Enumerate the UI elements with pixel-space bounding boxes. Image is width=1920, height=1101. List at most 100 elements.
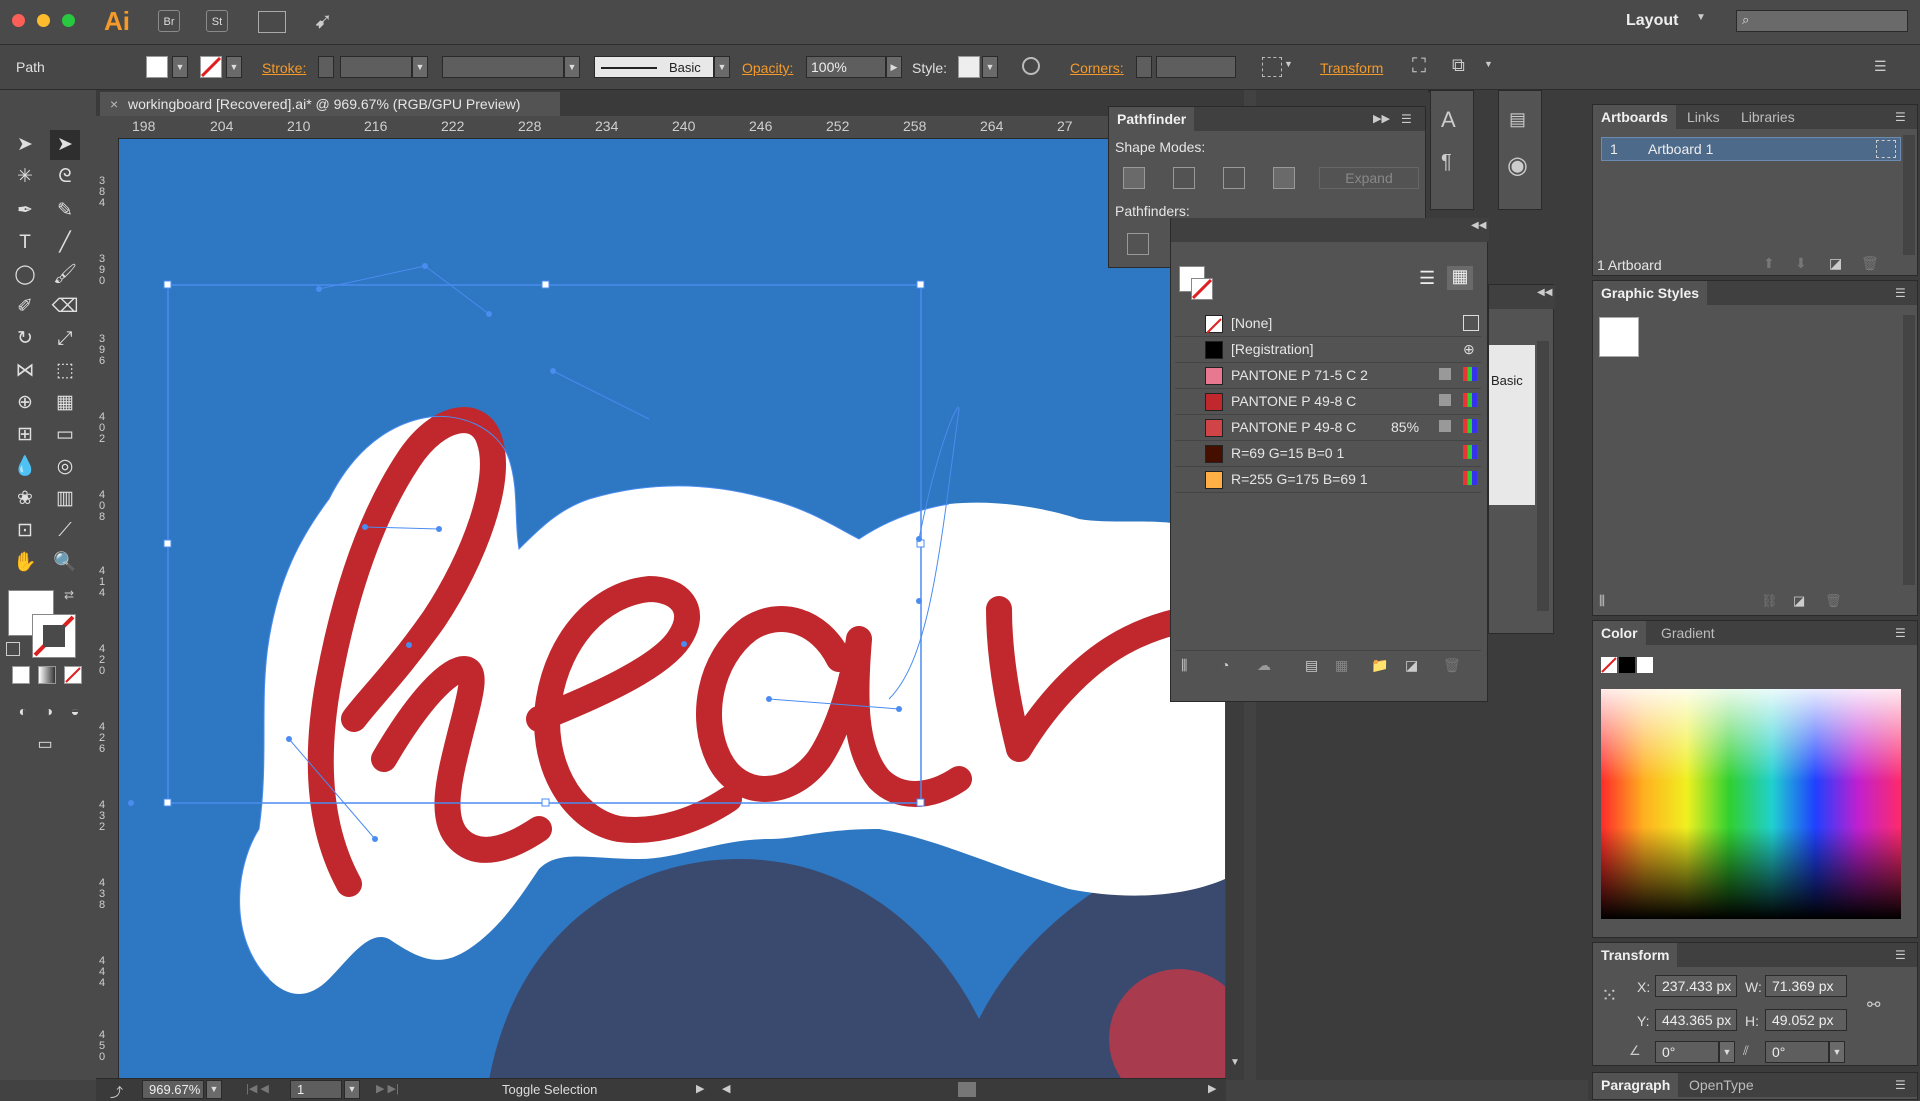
expand-button[interactable]: Expand [1319,167,1419,189]
draw-inside-icon[interactable]: ◒ [60,696,90,726]
rotate-field[interactable]: 0° [1655,1041,1719,1063]
shear-dropdown[interactable]: ▼ [1829,1041,1845,1063]
width-tool-icon[interactable]: ⋈ [10,356,40,386]
swatch-row[interactable]: PANTONE P 49-8 C 85% [1175,414,1481,441]
swatch-row[interactable]: R=255 G=175 B=69 1 [1175,466,1481,493]
opacity-panel-link[interactable]: Opacity: [742,60,793,76]
zoom-tool-icon[interactable]: 🔍 [50,548,80,578]
artboard-options-icon[interactable] [1876,140,1896,158]
artboard-row[interactable]: 1 Artboard 1 [1601,137,1901,161]
y-field[interactable]: 443.365 px [1655,1009,1737,1031]
swatch-row[interactable]: PANTONE P 71-5 C 2 [1175,362,1481,389]
swap-fill-stroke-icon[interactable]: ⇄ [64,588,74,602]
corners-input[interactable] [1156,56,1236,78]
default-fill-stroke-icon[interactable] [6,642,20,656]
tab-transform[interactable]: Transform [1593,943,1678,967]
reference-point-icon[interactable]: ⁙ [1601,983,1618,1008]
corners-stepper[interactable] [1136,56,1152,78]
stroke-weight-input[interactable] [340,56,412,78]
new-style-icon[interactable]: ◪ [1793,593,1805,609]
character-icon[interactable]: A [1441,107,1456,133]
opacity-dropdown[interactable]: ▶ [886,56,902,78]
artboard-tool-icon[interactable]: ⊡ [10,516,40,546]
arrange-documents-icon[interactable] [258,11,286,33]
stroke-panel-link[interactable]: Stroke: [262,60,306,76]
panel-menu-icon[interactable]: ☰ [1895,111,1913,123]
gradient-mode-icon[interactable] [38,666,56,684]
move-up-icon[interactable]: ⬆ [1763,255,1775,272]
graphic-styles-scrollbar[interactable] [1903,315,1915,585]
status-text[interactable]: Toggle Selection [502,1082,597,1097]
new-swatch-icon[interactable]: ◪ [1405,657,1418,674]
variable-width-profile[interactable] [442,56,564,78]
symbol-sprayer-tool-icon[interactable]: ❀ [10,484,40,514]
default-graphic-style[interactable] [1599,317,1639,357]
stroke-weight-stepper[interactable] [318,56,334,78]
pen-tool-icon[interactable]: ✒ [10,196,40,226]
selection-tool-icon[interactable]: ➤ [10,130,40,160]
panel-menu-icon[interactable]: ☰ [1401,113,1419,125]
opacity-input[interactable]: 100% [806,56,886,78]
divide-icon[interactable] [1127,233,1149,255]
none-color-button[interactable] [1601,657,1617,673]
horizontal-scroll-thumb[interactable] [958,1082,976,1097]
break-link-icon[interactable]: ⛓ [1761,593,1778,609]
line-tool-icon[interactable]: ╱ [50,228,80,258]
stock-button[interactable]: St [206,10,228,32]
list-view-icon[interactable]: ☰ [1419,268,1435,289]
scroll-left-icon[interactable]: ◀ [722,1082,730,1095]
tab-paragraph[interactable]: Paragraph [1593,1073,1679,1097]
move-down-icon[interactable]: ⬇ [1795,255,1807,272]
black-color-button[interactable] [1619,657,1635,673]
artwork[interactable] [119,139,1225,1080]
scroll-right-icon[interactable]: ▶ [1208,1082,1216,1095]
brush-definition[interactable]: Basic [594,56,714,78]
new-color-group-icon[interactable]: 📁 [1371,657,1388,674]
color-mode-icon[interactable] [12,666,30,684]
tab-graphic-styles[interactable]: Graphic Styles [1593,281,1708,305]
shape-builder-tool-icon[interactable]: ⊕ [10,388,40,418]
swatch-options-icon[interactable]: ▤ [1305,657,1318,674]
corners-link[interactable]: Corners: [1070,60,1124,76]
slice-tool-icon[interactable]: ⟋ [50,516,80,546]
isolate-selected-icon[interactable]: ⛶ [1412,55,1426,78]
stroke-swatch[interactable] [200,56,222,78]
align-to-icon[interactable] [1262,57,1282,77]
w-field[interactable]: 71.369 px [1765,975,1847,997]
column-graph-tool-icon[interactable]: ▥ [50,484,80,514]
close-tab-icon[interactable]: × [110,92,118,116]
shear-field[interactable]: 0° [1765,1041,1829,1063]
document-tab[interactable]: × workingboard [Recovered].ai* @ 969.67%… [100,92,560,116]
minus-front-icon[interactable] [1173,167,1195,189]
lasso-tool-icon[interactable]: ᘓ [50,162,80,192]
stroke-color-box[interactable] [32,614,76,658]
tab-pathfinder[interactable]: Pathfinder [1109,107,1195,131]
artboard-number-input[interactable]: 1 [290,1080,342,1099]
swatch-kind-icon[interactable]: ◔ [1221,657,1229,673]
panel-menu-icon[interactable]: ☰ [1895,287,1913,299]
screen-mode-icon[interactable]: ▭ [30,730,60,760]
fill-swatch[interactable] [146,56,168,78]
panel-menu-icon[interactable]: ☰ [1895,1079,1913,1091]
grid-view-icon[interactable]: ▦ [1447,266,1473,290]
swatch-row[interactable]: [None] [1175,310,1481,337]
panel-menu-icon[interactable]: ☰ [1895,949,1913,961]
ruler-origin[interactable] [96,116,118,138]
share-icon[interactable]: ⤴ [110,1082,123,1101]
color-spectrum[interactable] [1601,689,1901,919]
tab-libraries[interactable]: Libraries [1741,105,1795,129]
swatch-libraries-icon[interactable]: ⫼ [1181,657,1187,674]
zoom-dropdown[interactable]: ▼ [206,1080,222,1099]
type-tool-icon[interactable]: T [10,228,40,258]
white-color-button[interactable] [1637,657,1653,673]
tab-links[interactable]: Links [1687,105,1720,129]
tab-opentype[interactable]: OpenType [1689,1073,1754,1097]
brush-list[interactable]: Basic [1489,345,1535,505]
intersect-icon[interactable] [1223,167,1245,189]
gradient-tool-icon[interactable]: ▭ [50,420,80,450]
swatch-row[interactable]: [Registration] ⊕ [1175,336,1481,363]
stroke-indicator[interactable] [1191,278,1213,300]
stroke-weight-dropdown[interactable]: ▼ [412,56,428,78]
paragraph-icon[interactable]: ¶ [1441,151,1452,174]
stroke-dropdown[interactable]: ▼ [226,56,242,78]
